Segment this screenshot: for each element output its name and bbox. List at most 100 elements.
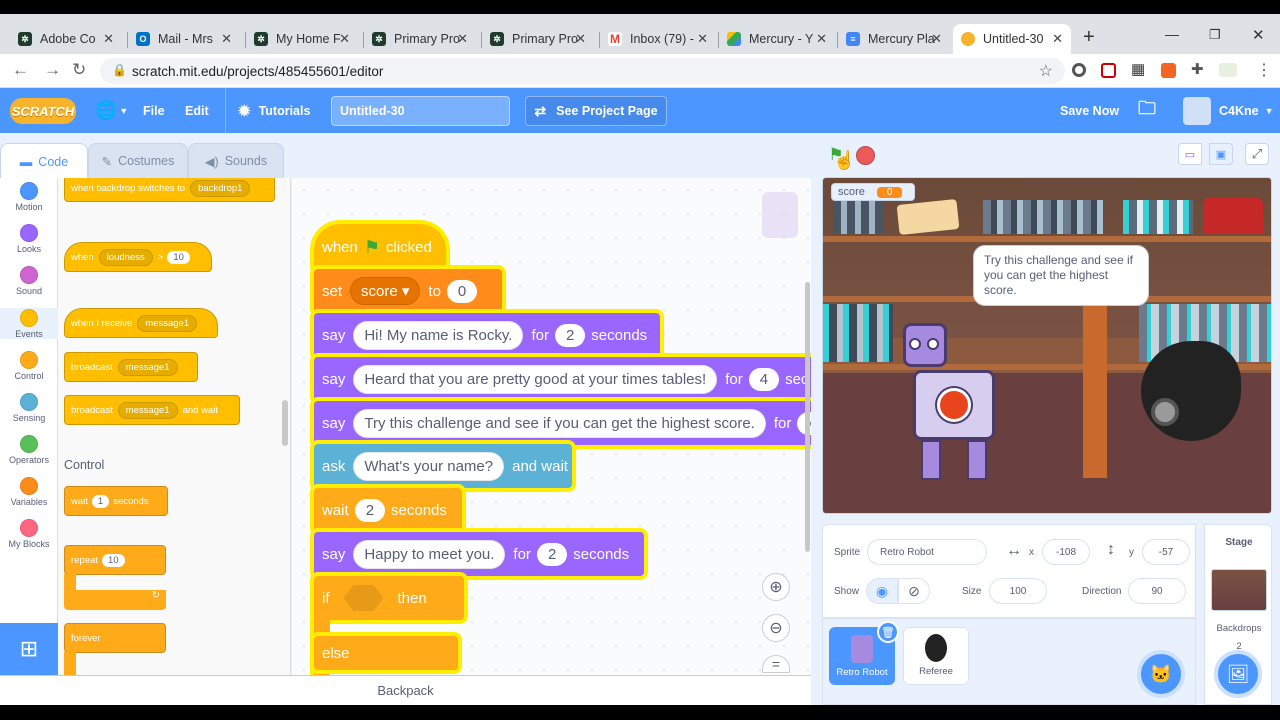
browser-tab-4[interactable]: ✲ Primary Pro ✕ — [482, 24, 594, 54]
tab-costumes[interactable]: ✎ Costumes — [88, 143, 188, 179]
category-motion[interactable]: Motion — [0, 182, 58, 212]
block-input[interactable]: 0 — [446, 279, 478, 303]
block-input[interactable]: Try this challenge and see if you can ge… — [353, 408, 766, 438]
block-say-for-secs[interactable]: say Happy to meet you. for 2 seconds — [314, 532, 644, 576]
browser-tab-1[interactable]: O Mail - Mrs ✕ — [128, 24, 240, 54]
browser-tab-3[interactable]: ✲ Primary Pro ✕ — [364, 24, 476, 54]
block-say-for-secs[interactable]: say Try this challenge and see if you can… — [314, 401, 811, 445]
close-icon[interactable]: ✕ — [1052, 31, 1063, 47]
extension-icon[interactable] — [1101, 63, 1116, 78]
block-say-for-secs[interactable]: say Heard that you are pretty good at you… — [314, 357, 811, 401]
url-field[interactable]: 🔒 scratch.mit.edu/projects/485455601/edi… — [100, 58, 1065, 84]
back-icon[interactable]: ← — [12, 60, 29, 80]
tutorials-button[interactable]: ✹ Tutorials — [225, 88, 310, 133]
palette-block-broadcast-wait[interactable]: broadcast message1 and wait — [64, 395, 240, 425]
block-input[interactable]: 2 — [354, 498, 386, 522]
close-icon[interactable]: ✕ — [221, 31, 232, 47]
reload-icon[interactable]: ↻ — [72, 60, 86, 80]
block-say-for-secs[interactable]: say Hi! My name is Rocky. for 2 seconds — [314, 313, 660, 357]
block-input[interactable]: 2 — [536, 542, 568, 566]
account-menu[interactable]: C4Kne ▼ — [1219, 88, 1274, 133]
extension-icon[interactable] — [1072, 63, 1086, 77]
see-project-page-button[interactable]: ⇄ See Project Page — [525, 96, 667, 126]
palette-block-when-receive[interactable]: when I receive message1 — [64, 308, 218, 338]
project-title-input[interactable]: Untitled-30 — [331, 96, 510, 126]
language-menu[interactable]: 🌐 ▼ — [95, 88, 128, 133]
block-input[interactable]: 1 — [91, 494, 110, 508]
tab-code[interactable]: ▬ Code — [0, 143, 88, 179]
forward-icon[interactable]: → — [44, 60, 61, 80]
add-extension-button[interactable]: ⊞ — [0, 623, 58, 675]
stop-button[interactable] — [856, 146, 875, 165]
restore-icon[interactable]: ❐ — [1209, 27, 1221, 43]
block-if-else[interactable]: if then — [314, 576, 464, 620]
close-icon[interactable]: ✕ — [816, 31, 827, 47]
block-ask-and-wait[interactable]: ask What's your name? and wait — [314, 444, 572, 488]
browser-tab-8[interactable]: Untitled-30 ✕ — [953, 24, 1071, 54]
sprite-name-input[interactable]: Retro Robot — [867, 539, 987, 565]
avatar[interactable] — [1183, 97, 1211, 125]
sprite-thumb-referee[interactable]: Referee — [903, 627, 969, 685]
score-monitor[interactable]: score 0 — [831, 183, 915, 201]
category-sound[interactable]: Sound — [0, 266, 58, 296]
minimize-icon[interactable]: — — [1165, 26, 1179, 42]
browser-tab-0[interactable]: ✲ Adobe Co ✕ — [10, 24, 122, 54]
large-stage-icon[interactable]: ▣ — [1209, 143, 1233, 165]
direction-input[interactable]: 90 — [1128, 578, 1186, 604]
x-input[interactable]: -108 — [1042, 539, 1090, 565]
palette-block-when-loudness[interactable]: when loudness >10 — [64, 242, 212, 272]
fullscreen-icon[interactable]: ⤢ — [1245, 143, 1269, 165]
block-dropdown[interactable]: loudness — [98, 248, 153, 266]
backpack[interactable]: Backpack — [0, 675, 811, 705]
browser-tab-7[interactable]: ≡ Mercury Pla ✕ — [838, 24, 950, 54]
boolean-slot[interactable] — [343, 585, 384, 611]
folder-icon[interactable]: 🗀 — [1138, 88, 1156, 133]
zoom-out-icon[interactable]: ⊖ — [762, 614, 790, 642]
block-dropdown[interactable]: backdrop1 — [190, 179, 251, 197]
extension-icon[interactable] — [1219, 63, 1237, 77]
close-icon[interactable]: ✕ — [339, 31, 350, 47]
block-input[interactable]: 2 — [554, 323, 586, 347]
small-stage-icon[interactable]: ▭ — [1178, 143, 1202, 165]
scratch-logo[interactable]: SCRATCH — [10, 98, 76, 124]
puzzle-icon[interactable]: ✚ — [1191, 60, 1204, 78]
block-input[interactable]: Happy to meet you. — [353, 539, 506, 569]
block-input[interactable]: 10 — [101, 553, 125, 567]
show-visible-icon[interactable]: ◉ — [866, 578, 898, 604]
close-icon[interactable]: ✕ — [457, 31, 468, 47]
palette-block-forever[interactable]: forever — [64, 623, 166, 653]
file-menu[interactable]: File — [143, 88, 165, 133]
category-variables[interactable]: Variables — [0, 477, 58, 507]
grid-icon[interactable]: ▦ — [1131, 60, 1145, 78]
delete-sprite-icon[interactable]: 🗑 — [877, 621, 899, 643]
save-now-button[interactable]: Save Now — [1060, 88, 1119, 133]
browser-tab-6[interactable]: Mercury - Y ✕ — [719, 24, 835, 54]
referee-sprite[interactable] — [1141, 341, 1241, 441]
category-looks[interactable]: Looks — [0, 224, 58, 254]
menu-icon[interactable]: ⋮ — [1256, 60, 1272, 80]
close-icon[interactable]: ✕ — [697, 31, 708, 47]
window-close-icon[interactable]: ✕ — [1252, 26, 1265, 44]
category-control[interactable]: Control — [0, 351, 58, 381]
stage-canvas[interactable]: score 0 Try this challenge and see if you… — [822, 177, 1272, 514]
palette-block-wait[interactable]: wait 1 seconds — [64, 486, 168, 516]
browser-tab-5[interactable]: M Inbox (79) - ✕ — [600, 24, 716, 54]
close-icon[interactable]: ✕ — [575, 31, 586, 47]
extension-icon[interactable] — [1161, 63, 1176, 78]
category-events[interactable]: Events — [0, 308, 58, 339]
palette-block-broadcast[interactable]: broadcast message1 — [64, 352, 198, 382]
close-icon[interactable]: ✕ — [103, 31, 114, 47]
add-sprite-button[interactable]: 🐱 — [1137, 650, 1185, 698]
category-sensing[interactable]: Sensing — [0, 393, 58, 423]
palette-block-repeat[interactable]: repeat 10 — [64, 545, 166, 575]
block-input[interactable]: What's your name? — [353, 451, 505, 481]
tab-sounds[interactable]: ◀) Sounds — [188, 143, 284, 179]
script-scrollbar[interactable] — [805, 282, 810, 552]
close-icon[interactable]: ✕ — [931, 31, 942, 47]
zoom-in-icon[interactable]: ⊕ — [762, 573, 790, 601]
palette-scrollbar[interactable] — [282, 400, 288, 446]
category-my-blocks[interactable]: My Blocks — [0, 519, 58, 549]
category-operators[interactable]: Operators — [0, 435, 58, 465]
block-dropdown[interactable]: message1 — [117, 401, 178, 419]
block-when-flag-clicked[interactable]: when ⚑ clicked — [314, 224, 446, 270]
